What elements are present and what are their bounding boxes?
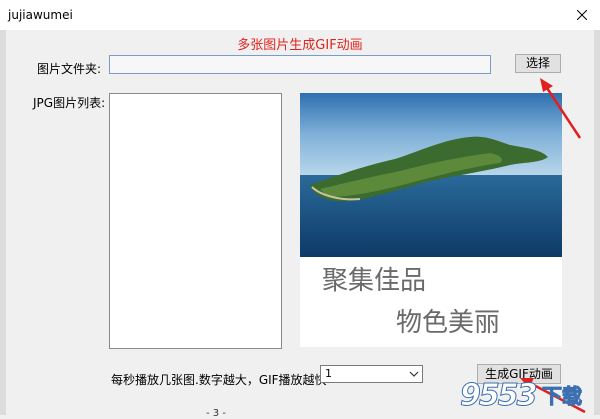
left-window-edge	[0, 30, 6, 415]
watermark-number: 9553	[460, 378, 538, 414]
speed-value: 1	[325, 367, 332, 380]
site-watermark: 9553 下载	[460, 378, 590, 415]
folder-path-input[interactable]	[109, 55, 491, 74]
calligraphy-line-1: 聚集佳品	[322, 266, 426, 296]
jpg-list-label: JPG图片列表:	[33, 96, 106, 110]
right-window-edge	[594, 30, 600, 415]
jpg-file-list[interactable]	[109, 93, 282, 349]
chevron-down-icon	[409, 371, 419, 377]
select-folder-button[interactable]: 选择	[515, 54, 561, 73]
island-photo: 聚集佳品 物色美丽	[300, 93, 562, 347]
close-button[interactable]	[564, 0, 600, 30]
speed-select[interactable]: 1	[320, 365, 423, 383]
calligraphy-line-2: 物色美丽	[396, 308, 500, 338]
window-title: jujiawumei	[8, 8, 73, 22]
folder-label: 图片文件夹:	[37, 62, 102, 76]
watermark-suffix: 下载	[542, 384, 583, 409]
app-heading: 多张图片生成GIF动画	[237, 38, 363, 53]
image-preview: 聚集佳品 物色美丽	[300, 93, 562, 347]
speed-label: 每秒播放几张图.数字越大，GIF播放越快	[111, 373, 327, 387]
close-icon	[577, 10, 587, 20]
background-text-fragment: - 3 -	[206, 408, 226, 419]
title-bar: jujiawumei	[0, 0, 600, 30]
